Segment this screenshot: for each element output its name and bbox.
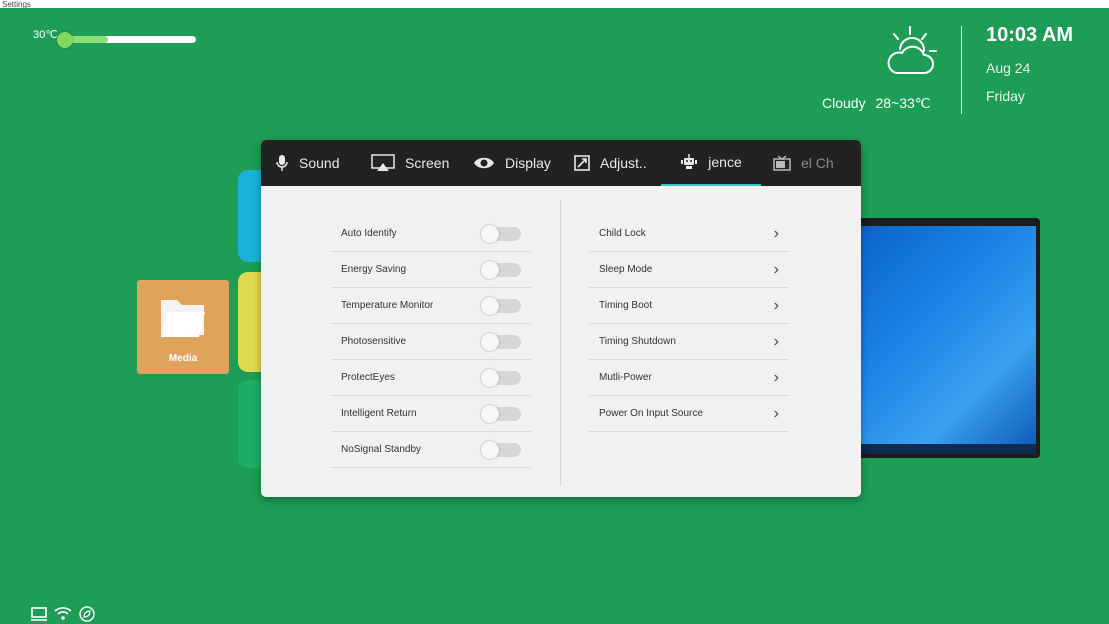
setting-label: Sleep Mode — [599, 264, 653, 275]
intelligent-return-toggle[interactable] — [481, 404, 521, 423]
toggle-settings-list: Auto Identify Energy Saving Temperature … — [331, 216, 531, 468]
temperature-label: 30℃ — [33, 29, 58, 41]
folder-icon — [161, 300, 205, 337]
setting-label: Timing Shutdown — [599, 336, 676, 347]
usb-icon[interactable] — [30, 606, 48, 622]
adjust-icon — [574, 155, 590, 171]
setting-row-timing-shutdown[interactable]: Timing Shutdown › — [589, 324, 789, 360]
setting-label: NoSignal Standby — [341, 444, 422, 455]
protect-eyes-toggle[interactable] — [481, 368, 521, 387]
status-bar — [30, 606, 96, 622]
eco-icon[interactable] — [78, 606, 96, 622]
setting-row-nosignal-standby[interactable]: NoSignal Standby — [331, 432, 531, 468]
setting-label: Auto Identify — [341, 228, 397, 239]
tab-adjust[interactable]: Adjust.. — [574, 140, 647, 186]
setting-row-timing-boot[interactable]: Timing Boot › — [589, 288, 789, 324]
tab-display[interactable]: Display — [473, 140, 551, 186]
cloudy-sun-icon — [880, 25, 940, 82]
column-divider — [560, 200, 561, 486]
chevron-right-icon: › — [773, 404, 779, 422]
microphone-icon — [275, 154, 289, 172]
setting-row-auto-identify[interactable]: Auto Identify — [331, 216, 531, 252]
temperature-slider-knob[interactable] — [57, 32, 73, 48]
weather-condition: Cloudy — [822, 95, 866, 111]
setting-row-sleep-mode[interactable]: Sleep Mode › — [589, 252, 789, 288]
nosignal-standby-toggle[interactable] — [481, 440, 521, 459]
eye-icon — [473, 156, 495, 170]
setting-row-intelligent-return[interactable]: Intelligent Return — [331, 396, 531, 432]
clock-time: 10:03 AM — [986, 24, 1074, 46]
tab-label: jence — [708, 154, 742, 170]
clock-divider — [961, 26, 962, 114]
tab-label: Adjust.. — [600, 155, 647, 171]
temperature-slider[interactable] — [60, 36, 196, 43]
setting-label: Timing Boot — [599, 300, 652, 311]
setting-row-power-on-input-source[interactable]: Power On Input Source › — [589, 396, 789, 432]
setting-row-protect-eyes[interactable]: ProtectEyes — [331, 360, 531, 396]
chevron-right-icon: › — [773, 296, 779, 314]
tab-label: el Ch — [801, 155, 834, 171]
weather-temperature-range: 28~33℃ — [875, 95, 931, 111]
setting-row-photosensitive[interactable]: Photosensitive — [331, 324, 531, 360]
auto-identify-toggle[interactable] — [481, 224, 521, 243]
tab-label: Screen — [405, 155, 450, 171]
chevron-right-icon: › — [773, 224, 779, 242]
settings-tab-bar: Sound Screen Display Adjust.. jence el C… — [261, 140, 861, 186]
setting-label: Power On Input Source — [599, 408, 703, 419]
tab-label: Display — [505, 155, 551, 171]
temperature-monitor-toggle[interactable] — [481, 296, 521, 315]
setting-label: Intelligent Return — [341, 408, 417, 419]
photosensitive-toggle[interactable] — [481, 332, 521, 351]
source-preview-window[interactable] — [850, 218, 1040, 458]
chevron-right-icon: › — [773, 368, 779, 386]
robot-icon — [680, 153, 698, 171]
setting-row-child-lock[interactable]: Child Lock › — [589, 216, 789, 252]
tv-icon — [773, 155, 791, 171]
chevron-right-icon: › — [773, 332, 779, 350]
clock-date: Aug 24 — [986, 60, 1031, 76]
setting-label: Photosensitive — [341, 336, 407, 347]
tab-intelligence[interactable]: jence — [661, 140, 761, 186]
submenu-settings-list: Child Lock › Sleep Mode › Timing Boot › … — [589, 216, 789, 432]
setting-label: Energy Saving — [341, 264, 407, 275]
setting-label: ProtectEyes — [341, 372, 395, 383]
preview-taskbar — [858, 444, 1036, 454]
setting-label: Child Lock — [599, 228, 646, 239]
wifi-icon[interactable] — [54, 606, 72, 622]
media-tile-label: Media — [168, 353, 198, 364]
tab-screen[interactable]: Screen — [371, 140, 449, 186]
weather-summary: Cloudy 28~33℃ — [822, 95, 931, 112]
tab-channel[interactable]: el Ch — [773, 140, 834, 186]
setting-row-multi-power[interactable]: Mutli-Power › — [589, 360, 789, 396]
clock-day: Friday — [986, 88, 1025, 104]
setting-label: Mutli-Power — [599, 372, 652, 383]
media-tile[interactable]: Media — [137, 280, 229, 374]
chevron-right-icon: › — [773, 260, 779, 278]
energy-saving-toggle[interactable] — [481, 260, 521, 279]
tab-label: Sound — [299, 155, 340, 171]
screen-cast-icon — [371, 154, 395, 172]
setting-label: Temperature Monitor — [341, 300, 434, 311]
tab-sound[interactable]: Sound — [275, 140, 339, 186]
setting-row-temperature-monitor[interactable]: Temperature Monitor — [331, 288, 531, 324]
settings-dialog: Sound Screen Display Adjust.. jence el C… — [261, 140, 861, 497]
setting-row-energy-saving[interactable]: Energy Saving — [331, 252, 531, 288]
preview-desktop-image — [858, 226, 1036, 454]
